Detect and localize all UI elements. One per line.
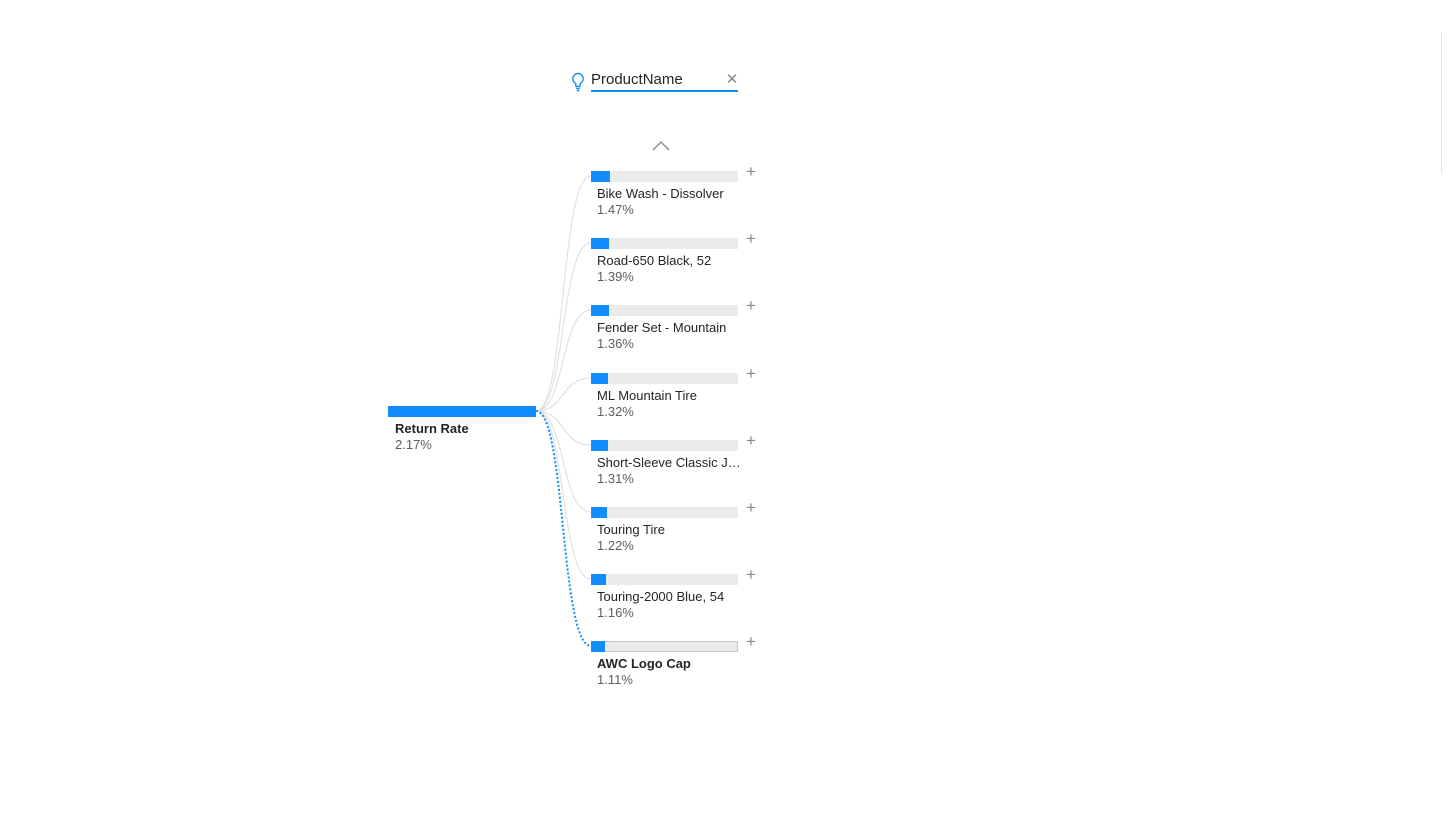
scroll-up-chevron-icon[interactable]	[650, 139, 672, 153]
level-title: ProductName	[591, 71, 683, 88]
child-bar-fill	[591, 238, 609, 249]
child-bar-fill	[591, 305, 609, 316]
child-node[interactable]: +Short-Sleeve Classic Jersey1.31%	[591, 432, 761, 490]
child-bar-track	[591, 171, 738, 182]
child-bar-track	[591, 641, 738, 652]
expand-plus-icon[interactable]: +	[744, 163, 758, 180]
child-bar-fill	[591, 373, 608, 384]
child-bar-fill	[591, 641, 605, 652]
expand-plus-icon[interactable]: +	[744, 432, 758, 449]
child-value: 1.47%	[597, 202, 634, 217]
expand-plus-icon[interactable]: +	[744, 633, 758, 650]
connector-line	[535, 242, 592, 412]
level-title-underline	[591, 90, 738, 92]
child-label: Bike Wash - Dissolver	[597, 186, 724, 201]
expand-plus-icon[interactable]: +	[744, 499, 758, 516]
expand-plus-icon[interactable]: +	[744, 365, 758, 382]
child-bar-track	[591, 574, 738, 585]
selected-connector	[535, 410, 592, 647]
connector-line	[535, 410, 592, 580]
connector-line	[535, 309, 592, 412]
level-header: ProductName ✕	[568, 70, 748, 94]
child-label: AWC Logo Cap	[597, 656, 691, 671]
child-node[interactable]: + AWC Logo Cap 1.11%	[591, 633, 761, 691]
child-bar-fill	[591, 440, 608, 451]
connector-line	[535, 377, 592, 412]
child-bar-track	[591, 238, 738, 249]
child-label: Short-Sleeve Classic Jersey	[597, 455, 743, 470]
root-label: Return Rate	[395, 421, 469, 436]
child-bar-fill	[591, 507, 607, 518]
child-label: Road-650 Black, 52	[597, 253, 712, 268]
child-node[interactable]: + ML Mountain Tire 1.32%	[591, 365, 761, 423]
child-value: 1.31%	[597, 471, 634, 486]
child-value: 1.39%	[597, 269, 634, 284]
connector-line	[535, 175, 592, 412]
child-label: ML Mountain Tire	[597, 388, 697, 403]
child-bar-fill	[591, 171, 610, 182]
child-bar-track	[591, 305, 738, 316]
expand-plus-icon[interactable]: +	[744, 297, 758, 314]
child-bar-fill	[591, 574, 606, 585]
close-icon[interactable]: ✕	[724, 70, 740, 88]
child-label: Fender Set - Mountain	[597, 320, 727, 335]
child-bar-track	[591, 373, 738, 384]
lightbulb-icon[interactable]	[568, 71, 588, 93]
expand-plus-icon[interactable]: +	[744, 230, 758, 247]
expand-plus-icon[interactable]: +	[744, 566, 758, 583]
child-bar-track	[591, 507, 738, 518]
connector-line	[535, 410, 592, 446]
child-node[interactable]: + Fender Set - Mountain 1.36%	[591, 297, 761, 355]
child-node[interactable]: + Bike Wash - Dissolver 1.47%	[591, 163, 761, 221]
connector-line	[535, 410, 592, 513]
child-label: Touring-2000 Blue, 54	[597, 589, 725, 604]
child-value: 1.16%	[597, 605, 634, 620]
root-node[interactable]: Return Rate 2.17%	[388, 406, 536, 452]
child-value: 1.36%	[597, 336, 634, 351]
root-value: 2.17%	[395, 437, 432, 452]
child-label: Touring Tire	[597, 522, 665, 537]
child-node[interactable]: + Touring Tire 1.22%	[591, 499, 761, 557]
child-value: 1.32%	[597, 404, 634, 419]
child-bar-track	[591, 440, 738, 451]
root-bar	[388, 406, 536, 417]
right-edge-divider	[1441, 32, 1442, 174]
child-node[interactable]: + Touring-2000 Blue, 54 1.16%	[591, 566, 761, 624]
child-node[interactable]: + Road-650 Black, 52 1.39%	[591, 230, 761, 288]
child-value: 1.22%	[597, 538, 634, 553]
child-value: 1.11%	[597, 672, 633, 687]
